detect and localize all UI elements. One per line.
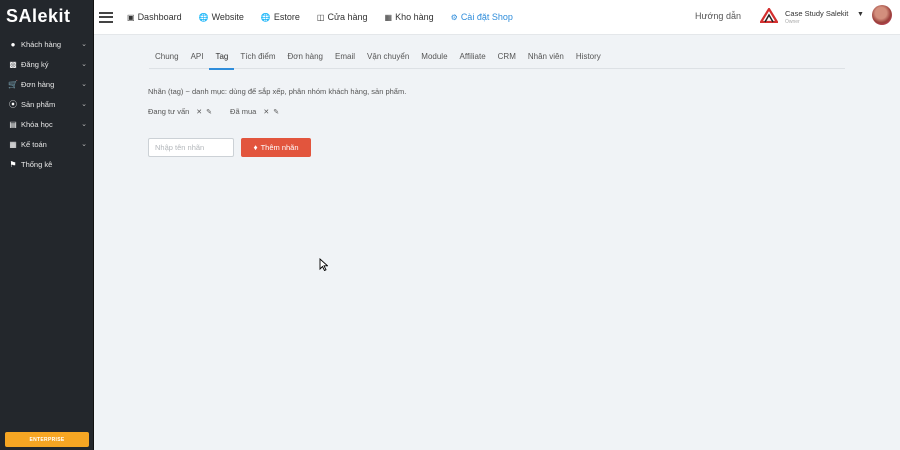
boxes-icon: ▦ — [384, 12, 393, 22]
add-tag-label: Thêm nhãn — [260, 143, 299, 152]
add-tag-button[interactable]: ♦ Thêm nhãn — [241, 138, 311, 157]
settings-tabs: Chung API Tag Tích điểm Đơn hàng Email V… — [149, 48, 845, 70]
tag-name-input[interactable] — [148, 138, 234, 157]
nav-website[interactable]: 🌐 Website — [199, 12, 244, 22]
nav-label: Website — [211, 12, 244, 22]
tab-module[interactable]: Module — [415, 48, 453, 68]
caret-down-icon[interactable]: ▼ — [857, 11, 864, 18]
gear-icon: ⚙ — [450, 12, 458, 22]
nav-shop-settings[interactable]: ⚙ Cài đặt Shop — [451, 12, 513, 22]
monitor-icon: ▣ — [127, 12, 135, 22]
sidebar-item-label: Khóa học — [21, 119, 53, 129]
tag-label: Đã mua — [230, 107, 257, 116]
sidebar-item-label: Đơn hàng — [21, 79, 55, 89]
book-icon: ▤ — [9, 119, 17, 129]
nav-label: Cài đặt Shop — [460, 12, 513, 22]
tab-points[interactable]: Tích điểm — [234, 48, 281, 68]
globe-icon: 🌐 — [260, 12, 271, 22]
chevron-down-icon: ⌄ — [81, 121, 87, 128]
tab-general[interactable]: Chung — [149, 48, 185, 68]
chevron-down-icon: ⌄ — [81, 41, 87, 48]
brand-logo[interactable]: SAlekit — [0, 0, 93, 34]
tag-item: Đã mua ✕ ✎ — [230, 107, 279, 116]
tag-item: Đang tư vấn ✕ ✎ — [148, 107, 212, 116]
remove-icon[interactable]: ✕ — [196, 108, 202, 116]
nav-label: Kho hàng — [395, 12, 434, 22]
nav-warehouse[interactable]: ▦ Kho hàng — [385, 12, 434, 22]
sidebar-item-label: Thống kê — [21, 159, 53, 169]
flag-icon: ⚑ — [9, 159, 17, 169]
nav-label: Dashboard — [137, 12, 182, 22]
sidebar-item-label: Kế toán — [21, 139, 47, 149]
tab-api[interactable]: API — [185, 48, 210, 68]
tab-staff[interactable]: Nhân viên — [522, 48, 570, 68]
chevron-down-icon: ⌄ — [81, 81, 87, 88]
user-role: Owner — [785, 19, 800, 25]
tag-description: Nhãn (tag) ~ danh mục: dùng để sắp xếp, … — [148, 87, 407, 96]
tab-shipping[interactable]: Vận chuyển — [361, 48, 415, 68]
chevron-down-icon: ⌄ — [81, 61, 87, 68]
sidebar-item-label: Khách hàng — [21, 39, 62, 49]
chevron-down-icon: ⌄ — [81, 141, 87, 148]
tab-history[interactable]: History — [570, 48, 607, 68]
edit-icon[interactable]: ✎ — [273, 108, 279, 116]
tag-label: Đang tư vấn — [148, 107, 190, 116]
nav-store[interactable]: ◫ Cửa hàng — [317, 12, 368, 22]
sidebar-item-accounting[interactable]: ▦ Kế toán ⌄ — [0, 134, 93, 154]
sidebar-item-courses[interactable]: ▤ Khóa học ⌄ — [0, 114, 93, 134]
sidebar-item-products[interactable]: ⦿ Sản phẩm ⌄ — [0, 94, 93, 114]
tag-icon: ♦ — [253, 143, 258, 152]
tab-email[interactable]: Email — [329, 48, 361, 68]
tab-affiliate[interactable]: Affiliate — [454, 48, 492, 68]
sidebar-item-customers[interactable]: ● Khách hàng ⌄ — [0, 34, 93, 54]
tab-crm[interactable]: CRM — [492, 48, 522, 68]
enterprise-badge[interactable]: ENTERPRISE — [5, 432, 89, 447]
sidebar-item-label: Đăng ký — [21, 59, 49, 69]
circle-icon: ⦿ — [9, 99, 17, 109]
nav-label: Estore — [273, 12, 300, 22]
calculator-icon: ▦ — [9, 139, 17, 149]
globe-icon: 🌐 — [198, 12, 209, 22]
tab-tag[interactable]: Tag — [209, 48, 235, 70]
sidebar-item-statistics[interactable]: ⚑ Thống kê — [0, 154, 93, 174]
nav-label: Cửa hàng — [327, 12, 368, 22]
nav-dashboard[interactable]: ▣ Dashboard — [127, 12, 182, 22]
sidebar-item-label: Sản phẩm — [21, 99, 56, 109]
avatar[interactable] — [872, 5, 892, 25]
tab-orders[interactable]: Đơn hàng — [282, 48, 330, 68]
company-logo-icon — [760, 8, 778, 23]
sidebar-item-registration[interactable]: ▩ Đăng ký ⌄ — [0, 54, 93, 74]
nav-estore[interactable]: 🌐 Estore — [261, 12, 300, 22]
sidebar: SAlekit ● Khách hàng ⌄ ▩ Đăng ký ⌄ 🛒 Đơn… — [0, 0, 94, 450]
card-icon: ▩ — [9, 59, 17, 69]
store-icon: ◫ — [316, 12, 325, 22]
edit-icon[interactable]: ✎ — [206, 108, 212, 116]
chevron-down-icon: ⌄ — [81, 101, 87, 108]
main-content: Chung API Tag Tích điểm Đơn hàng Email V… — [94, 35, 900, 450]
cart-icon: 🛒 — [8, 79, 18, 89]
help-link[interactable]: Hướng dẫn — [695, 11, 741, 21]
menu-icon[interactable] — [99, 9, 113, 25]
top-bar: ▣ Dashboard 🌐 Website 🌐 Estore ◫ Cửa hàn… — [94, 0, 900, 35]
company-name[interactable]: Case Study Salekit — [785, 9, 848, 18]
remove-icon[interactable]: ✕ — [263, 108, 269, 116]
tag-list: Đang tư vấn ✕ ✎ Đã mua ✕ ✎ — [148, 107, 297, 116]
sidebar-item-orders[interactable]: 🛒 Đơn hàng ⌄ — [0, 74, 93, 94]
mouse-pointer-icon — [319, 258, 328, 271]
person-icon: ● — [10, 39, 16, 49]
